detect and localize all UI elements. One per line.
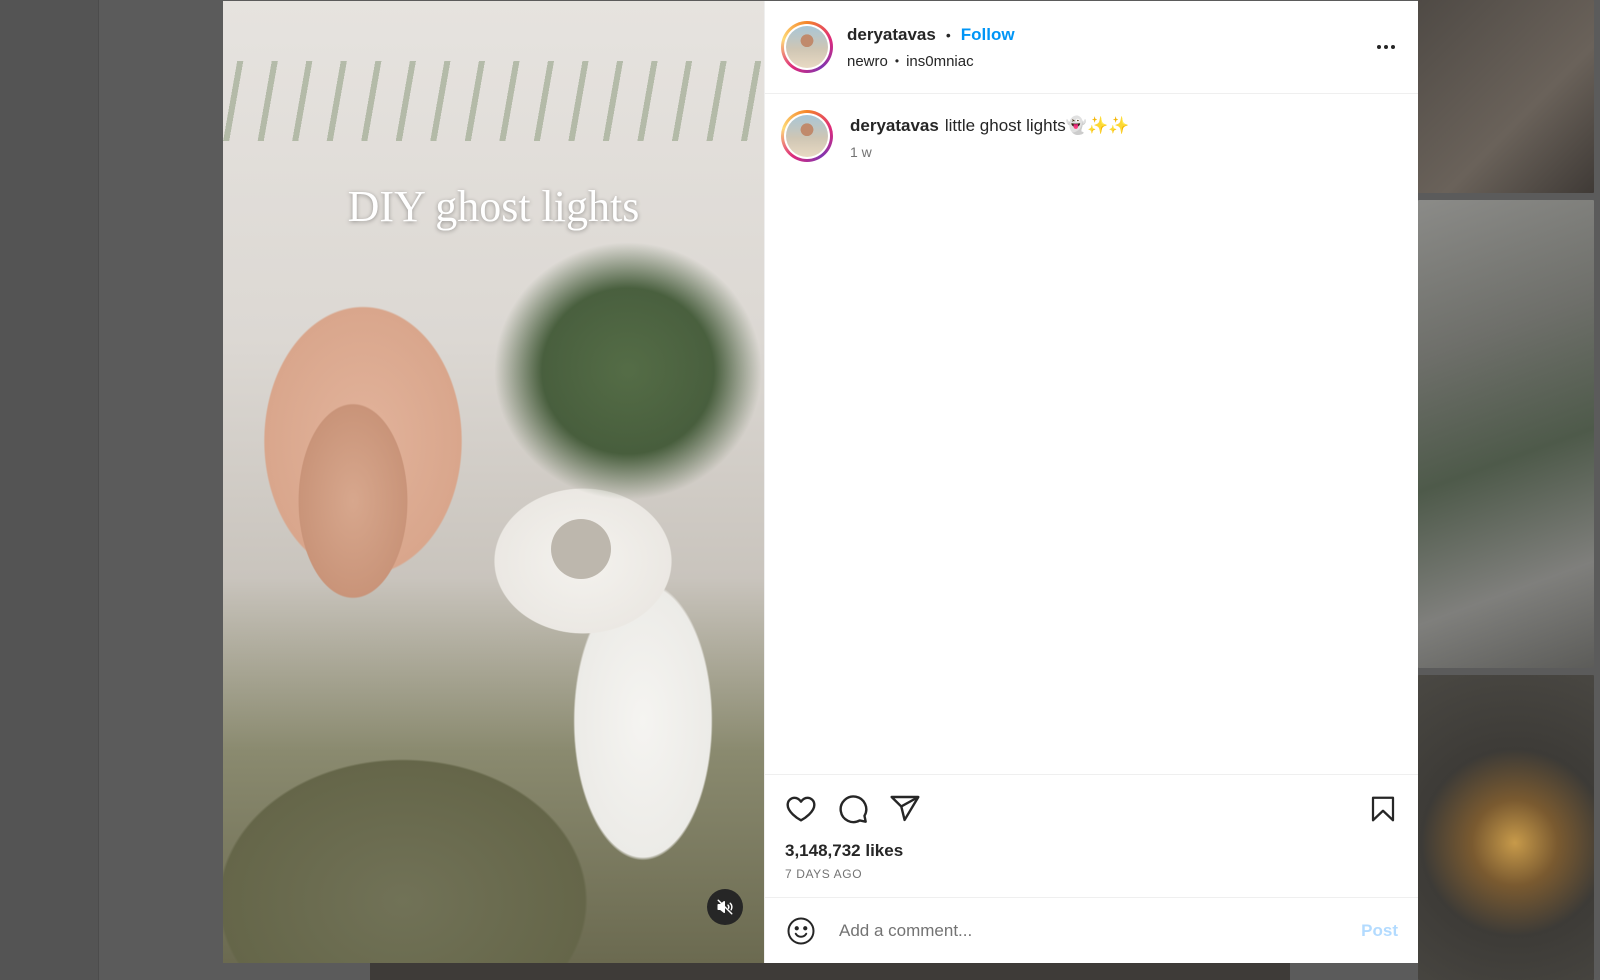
follow-button[interactable]: Follow <box>961 25 1015 45</box>
background-post-grid <box>1418 0 1600 980</box>
add-comment-bar: Post <box>765 897 1418 963</box>
post-date[interactable]: 7 DAYS AGO <box>785 867 1398 897</box>
save-button[interactable] <box>1360 790 1398 828</box>
likes-count[interactable]: 3,148,732 likes <box>785 841 1398 861</box>
caption-username[interactable]: deryatavas <box>850 116 939 135</box>
comment-input[interactable] <box>837 919 1362 942</box>
background-page-sidebar <box>0 0 99 980</box>
like-button[interactable] <box>785 790 823 828</box>
post-video[interactable]: DIY ghost lights <box>223 1 764 963</box>
caption-text: little ghost lights👻✨✨ <box>944 116 1130 135</box>
video-frame-roll <box>551 519 611 579</box>
separator-dot: • <box>945 26 951 43</box>
share-icon <box>890 795 920 822</box>
avatar-image <box>786 26 828 68</box>
post-details-panel: deryatavas • Follow newro • ins0mniac de… <box>764 1 1418 963</box>
background-thumbnail <box>1418 0 1594 193</box>
post-comment-button[interactable]: Post <box>1361 921 1398 941</box>
audio-artist[interactable]: newro <box>847 53 888 70</box>
more-options-button[interactable] <box>1370 31 1402 63</box>
background-thumbnail <box>1418 675 1594 980</box>
background-thumbnail-row <box>370 962 1290 980</box>
audio-track[interactable]: ins0mniac <box>906 53 974 70</box>
video-overlay-text: DIY ghost lights <box>347 182 640 231</box>
post-header: deryatavas • Follow newro • ins0mniac <box>765 1 1418 94</box>
author-username[interactable]: deryatavas <box>847 25 936 45</box>
share-button[interactable] <box>889 790 927 828</box>
post-modal: DIY ghost lights deryatavas • Follow new… <box>223 1 1418 963</box>
emoji-icon <box>787 917 815 944</box>
comments-section: deryatavas little ghost lights👻✨✨ 1 w <box>765 94 1418 774</box>
video-frame-plant <box>493 241 763 501</box>
more-horizontal-icon <box>1377 45 1395 49</box>
bookmark-icon <box>1371 796 1395 822</box>
caption-timestamp[interactable]: 1 w <box>850 144 1129 160</box>
comment-button[interactable] <box>837 790 875 828</box>
avatar[interactable] <box>781 21 833 73</box>
caption: deryatavas little ghost lights👻✨✨ 1 w <box>781 110 1402 162</box>
comment-icon <box>839 795 868 824</box>
post-actions: 3,148,732 likes 7 DAYS AGO <box>765 774 1418 897</box>
audio-info: newro • ins0mniac <box>847 53 1015 70</box>
speaker-muted-icon <box>717 899 733 915</box>
emoji-button[interactable] <box>785 915 817 947</box>
separator-dot: • <box>894 54 900 68</box>
heart-icon <box>786 796 816 822</box>
video-frame-vines <box>223 61 764 141</box>
background-thumbnail <box>1418 200 1594 668</box>
avatar-image <box>786 115 828 157</box>
mute-button[interactable] <box>707 889 743 925</box>
avatar[interactable] <box>781 110 833 162</box>
